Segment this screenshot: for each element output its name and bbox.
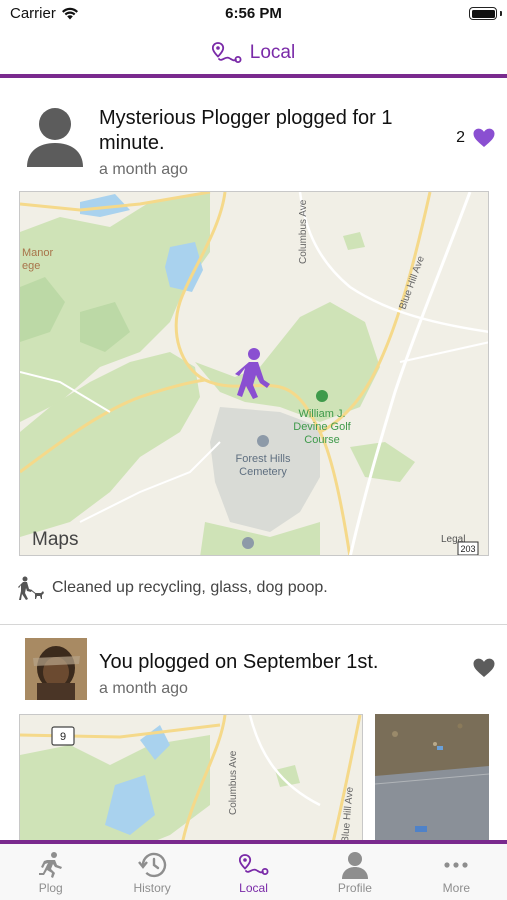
golf-poi-icon xyxy=(316,390,328,402)
history-icon xyxy=(138,852,167,878)
map-label-golf-2: Devine Golf xyxy=(293,421,351,433)
heart-icon[interactable] xyxy=(473,658,495,678)
plog-map[interactable]: 9 Columbus Ave Blue Hill Ave xyxy=(19,714,363,840)
poi-icon xyxy=(242,537,254,549)
post-title: Mysterious Plogger plogged for 1 minute. xyxy=(99,106,439,156)
post-author: Mysterious Plogger xyxy=(99,107,271,129)
nav-bar: Local xyxy=(0,30,507,76)
tab-label: History xyxy=(133,881,171,895)
dog-walker-icon xyxy=(18,576,44,600)
status-time: 6:56 PM xyxy=(225,5,282,22)
tab-label: Profile xyxy=(337,881,372,895)
person-icon xyxy=(341,852,368,879)
battery-icon xyxy=(469,7,497,20)
tab-label: Local xyxy=(239,881,268,895)
tab-label: More xyxy=(442,881,470,895)
default-avatar-icon xyxy=(27,108,83,167)
maps-brand: Maps xyxy=(32,529,78,550)
battery-tip xyxy=(500,11,502,16)
map-label-manor: Manor xyxy=(22,247,54,259)
map-graphic: 9 Columbus Ave Blue Hill Ave xyxy=(20,715,362,840)
post-time-ago: a month ago xyxy=(99,680,188,697)
like-count: 2 xyxy=(456,129,465,146)
cemetery-poi-icon xyxy=(257,435,269,447)
like-control[interactable] xyxy=(473,658,495,678)
plog-photo[interactable] xyxy=(375,714,489,840)
map-route-9: 9 xyxy=(60,731,66,743)
map-label-cemetery-2: Cemetery xyxy=(239,466,287,478)
tab-local[interactable]: Local xyxy=(203,844,304,900)
caption-text: Cleaned up recycling, glass, dog poop. xyxy=(52,579,328,596)
tab-more[interactable]: More xyxy=(406,844,507,900)
heart-filled-icon[interactable] xyxy=(473,128,495,148)
tab-plog[interactable]: Plog xyxy=(0,844,101,900)
status-bar: Carrier 6:56 PM xyxy=(0,0,507,28)
map-graphic: Manor ege Columbus Ave Blue Hill Ave Wil… xyxy=(20,192,488,555)
runner-icon xyxy=(38,852,62,878)
feed-list[interactable]: Mysterious Plogger plogged for 1 minute.… xyxy=(0,80,507,840)
post-time-ago: a month ago xyxy=(99,161,188,178)
post-header: Mysterious Plogger plogged for 1 minute.… xyxy=(99,106,439,182)
tab-profile[interactable]: Profile xyxy=(304,844,405,900)
map-label-golf-3: Course xyxy=(304,434,339,446)
post-caption: Cleaned up recycling, glass, dog poop. xyxy=(18,576,328,600)
map-label-columbus: Columbus Ave xyxy=(228,750,239,815)
map-label-ege: ege xyxy=(22,260,40,272)
like-control[interactable]: 2 xyxy=(456,128,495,148)
tab-bar: Plog History Local Profile More xyxy=(0,840,507,900)
plog-map[interactable]: Manor ege Columbus Ave Blue Hill Ave Wil… xyxy=(19,191,489,556)
post-divider xyxy=(0,624,507,625)
map-label-cemetery-1: Forest Hills xyxy=(235,453,291,465)
post-title: You plogged on September 1st. xyxy=(99,651,379,673)
nav-title: Local xyxy=(249,42,296,63)
post-header: You plogged on September 1st. a month ag… xyxy=(99,650,439,701)
map-label-golf-1: William J. xyxy=(298,408,345,420)
map-route-203: 203 xyxy=(460,544,475,554)
tab-label: Plog xyxy=(38,881,63,895)
map-label-columbus: Columbus Ave xyxy=(298,199,309,264)
route-icon xyxy=(238,854,269,875)
nav-accent-rule xyxy=(0,74,507,78)
route-icon xyxy=(211,42,242,63)
ellipsis-icon xyxy=(444,862,468,868)
tab-history[interactable]: History xyxy=(101,844,202,900)
user-photo-avatar[interactable] xyxy=(25,638,87,700)
